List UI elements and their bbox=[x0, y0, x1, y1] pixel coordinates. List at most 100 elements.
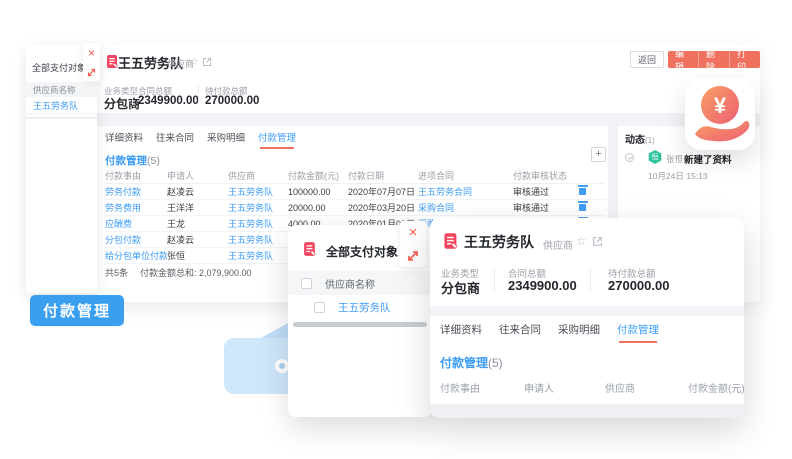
header-row: 付款事由申请人供应商付款金额(元)付款日期进项合同付款审核状态 bbox=[105, 168, 605, 184]
stat-value: 2349900.00 bbox=[508, 278, 577, 293]
svg-text:¥: ¥ bbox=[714, 93, 727, 118]
add-payment-button[interactable]: + bbox=[591, 147, 606, 162]
list-item[interactable]: 王五劳务队 bbox=[26, 97, 97, 114]
section-divider bbox=[97, 113, 760, 126]
table-cell: 100000.00 bbox=[288, 187, 348, 197]
header-row: 付款事由申请人供应商付款金额(元) bbox=[440, 378, 736, 396]
panel-controls: × bbox=[83, 43, 100, 81]
table-row: 劳务费用王洋洋王五劳务队20000.002020年03月20日采购合同审核通过 bbox=[105, 200, 605, 216]
column-header: 供应商 bbox=[605, 380, 688, 395]
record-icon bbox=[302, 241, 318, 257]
cell-link[interactable]: 劳务付款 bbox=[105, 185, 167, 198]
column-header: 供应商名称 bbox=[325, 276, 375, 291]
app-canvas: 王五劳务队 供应商 ☆ 返回 编辑 删除 打印 业务类型 分包商 合同总额 23… bbox=[0, 0, 792, 459]
column-header: 付款审核状态 bbox=[513, 169, 575, 182]
back-button[interactable]: 返回 bbox=[630, 51, 664, 68]
supplier-detail-overlay: 王五劳务队 供应商 ☆ 业务类型 分包商 合同总额 2349900.00 待付款… bbox=[430, 218, 744, 418]
close-icon[interactable]: × bbox=[88, 47, 95, 59]
payees-list-title[interactable]: 全部支付对象 bbox=[326, 243, 398, 260]
delete-button[interactable]: 删除 bbox=[699, 51, 730, 68]
table-cell: 王龙 bbox=[167, 217, 228, 230]
stat-value: 270000.00 bbox=[205, 95, 259, 107]
cell-link[interactable]: 王五劳务队 bbox=[228, 233, 288, 246]
horizontal-scrollbar[interactable] bbox=[293, 322, 427, 327]
feature-tag-payment-management: 付款管理 bbox=[30, 295, 124, 326]
table-cell: 张恒 bbox=[167, 249, 228, 262]
yen-hand-icon: ¥ bbox=[685, 78, 755, 150]
column-header: 申请人 bbox=[524, 380, 605, 395]
table-cell: 审核通过 bbox=[513, 185, 575, 198]
column-header: 进项合同 bbox=[418, 169, 513, 182]
share-icon[interactable] bbox=[202, 57, 212, 67]
cell-link[interactable]: 采购合同 bbox=[418, 201, 513, 214]
payees-list-title[interactable]: 全部支付对象 bbox=[32, 61, 86, 74]
cell-link[interactable]: 劳务费用 bbox=[105, 201, 167, 214]
select-all-checkbox[interactable] bbox=[301, 278, 312, 289]
table-row: 劳务付款赵凌云王五劳务队100000.002020年07月07日王五劳务合同审核… bbox=[105, 184, 605, 200]
delete-icon[interactable] bbox=[579, 188, 586, 195]
favorite-star-icon[interactable]: ☆ bbox=[189, 55, 199, 68]
column-header: 付款事由 bbox=[440, 380, 524, 395]
section-title: 付款管理(5) bbox=[440, 354, 503, 371]
table-cell: 审核通过 bbox=[513, 201, 575, 214]
activity-user: 张恒 bbox=[666, 153, 683, 165]
cell-link[interactable]: 应酬费 bbox=[105, 217, 167, 230]
list-item-row: 王五劳务队 bbox=[288, 295, 432, 319]
record-icon bbox=[442, 232, 460, 250]
cell-link[interactable]: 王五劳务队 bbox=[228, 201, 288, 214]
section-divider bbox=[430, 306, 744, 316]
activity-status-icon bbox=[625, 153, 634, 162]
tab-purchase-detail[interactable]: 采购明细 bbox=[207, 130, 245, 149]
expand-icon[interactable] bbox=[87, 68, 96, 77]
print-button[interactable]: 打印 bbox=[730, 51, 760, 68]
payees-list-panel: 全部支付对象 × 供应商名称 王五劳务队 bbox=[26, 45, 97, 293]
favorite-star-icon[interactable]: ☆ bbox=[576, 234, 587, 248]
cell-link[interactable]: 王五劳务合同 bbox=[418, 185, 513, 198]
supplier-link[interactable]: 王五劳务队 bbox=[338, 300, 391, 315]
edit-button[interactable]: 编辑 bbox=[668, 51, 699, 68]
stat-value: 分包商 bbox=[441, 278, 480, 297]
cell-link[interactable]: 王五劳务队 bbox=[228, 249, 288, 262]
activity-title: 动态(1) bbox=[625, 131, 655, 146]
tab-contracts[interactable]: 往来合同 bbox=[156, 130, 194, 149]
column-header: 付款事由 bbox=[105, 169, 167, 182]
table-cell: 2020年03月20日 bbox=[348, 201, 418, 214]
activity-timestamp: 10月24日 15:13 bbox=[648, 170, 708, 182]
row-checkbox[interactable] bbox=[314, 302, 325, 313]
column-header: 供应商 bbox=[228, 169, 288, 182]
tab-detail-info[interactable]: 详细资料 bbox=[440, 322, 482, 343]
delete-icon[interactable] bbox=[579, 204, 586, 211]
tab-detail-info[interactable]: 详细资料 bbox=[105, 130, 143, 149]
tab-payment-management[interactable]: 付款管理 bbox=[617, 322, 659, 343]
cell-link[interactable]: 王五劳务队 bbox=[228, 185, 288, 198]
tab-contracts[interactable]: 往来合同 bbox=[499, 322, 541, 343]
avatar: 恒 bbox=[648, 150, 662, 164]
column-header: 付款日期 bbox=[348, 169, 418, 182]
payment-app-icon-card: ¥ bbox=[685, 78, 755, 150]
payment-table-header: 付款事由申请人供应商付款金额(元) bbox=[440, 378, 736, 396]
record-type-tag: 供应商 bbox=[543, 237, 573, 252]
column-header: 供应商名称 bbox=[26, 82, 97, 97]
tab-payment-management[interactable]: 付款管理 bbox=[258, 130, 296, 149]
cell-link[interactable]: 分包付款 bbox=[105, 233, 167, 246]
cell-link[interactable]: 给分包单位付款 bbox=[105, 249, 167, 262]
column-header: 付款金额(元) bbox=[288, 169, 348, 182]
page-title: 王五劳务队 bbox=[464, 232, 534, 252]
panel-controls: × bbox=[400, 221, 426, 267]
stat-value: 270000.00 bbox=[608, 278, 669, 293]
table-cell: 20000.00 bbox=[288, 203, 348, 213]
close-icon[interactable]: × bbox=[409, 227, 418, 239]
column-header: 付款金额(元) bbox=[688, 380, 744, 395]
expand-icon[interactable] bbox=[407, 250, 419, 262]
table-cell: 赵凌云 bbox=[167, 233, 228, 246]
table-cell: 王洋洋 bbox=[167, 201, 228, 214]
tab-purchase-detail[interactable]: 采购明细 bbox=[558, 322, 600, 343]
detail-tabs: 详细资料 往来合同 采购明细 付款管理 bbox=[105, 130, 309, 149]
action-button-group: 编辑 删除 打印 bbox=[668, 51, 760, 68]
table-cell: 赵凌云 bbox=[167, 185, 228, 198]
payment-table-header: 付款事由申请人供应商付款金额(元)付款日期进项合同付款审核状态 bbox=[105, 168, 605, 184]
table-summary: 共5条付款金额总和: 2,079,900.00 bbox=[105, 266, 252, 279]
cell-link[interactable]: 王五劳务队 bbox=[228, 217, 288, 230]
detail-tabs: 详细资料 往来合同 采购明细 付款管理 bbox=[440, 322, 676, 343]
share-icon[interactable] bbox=[592, 236, 603, 247]
